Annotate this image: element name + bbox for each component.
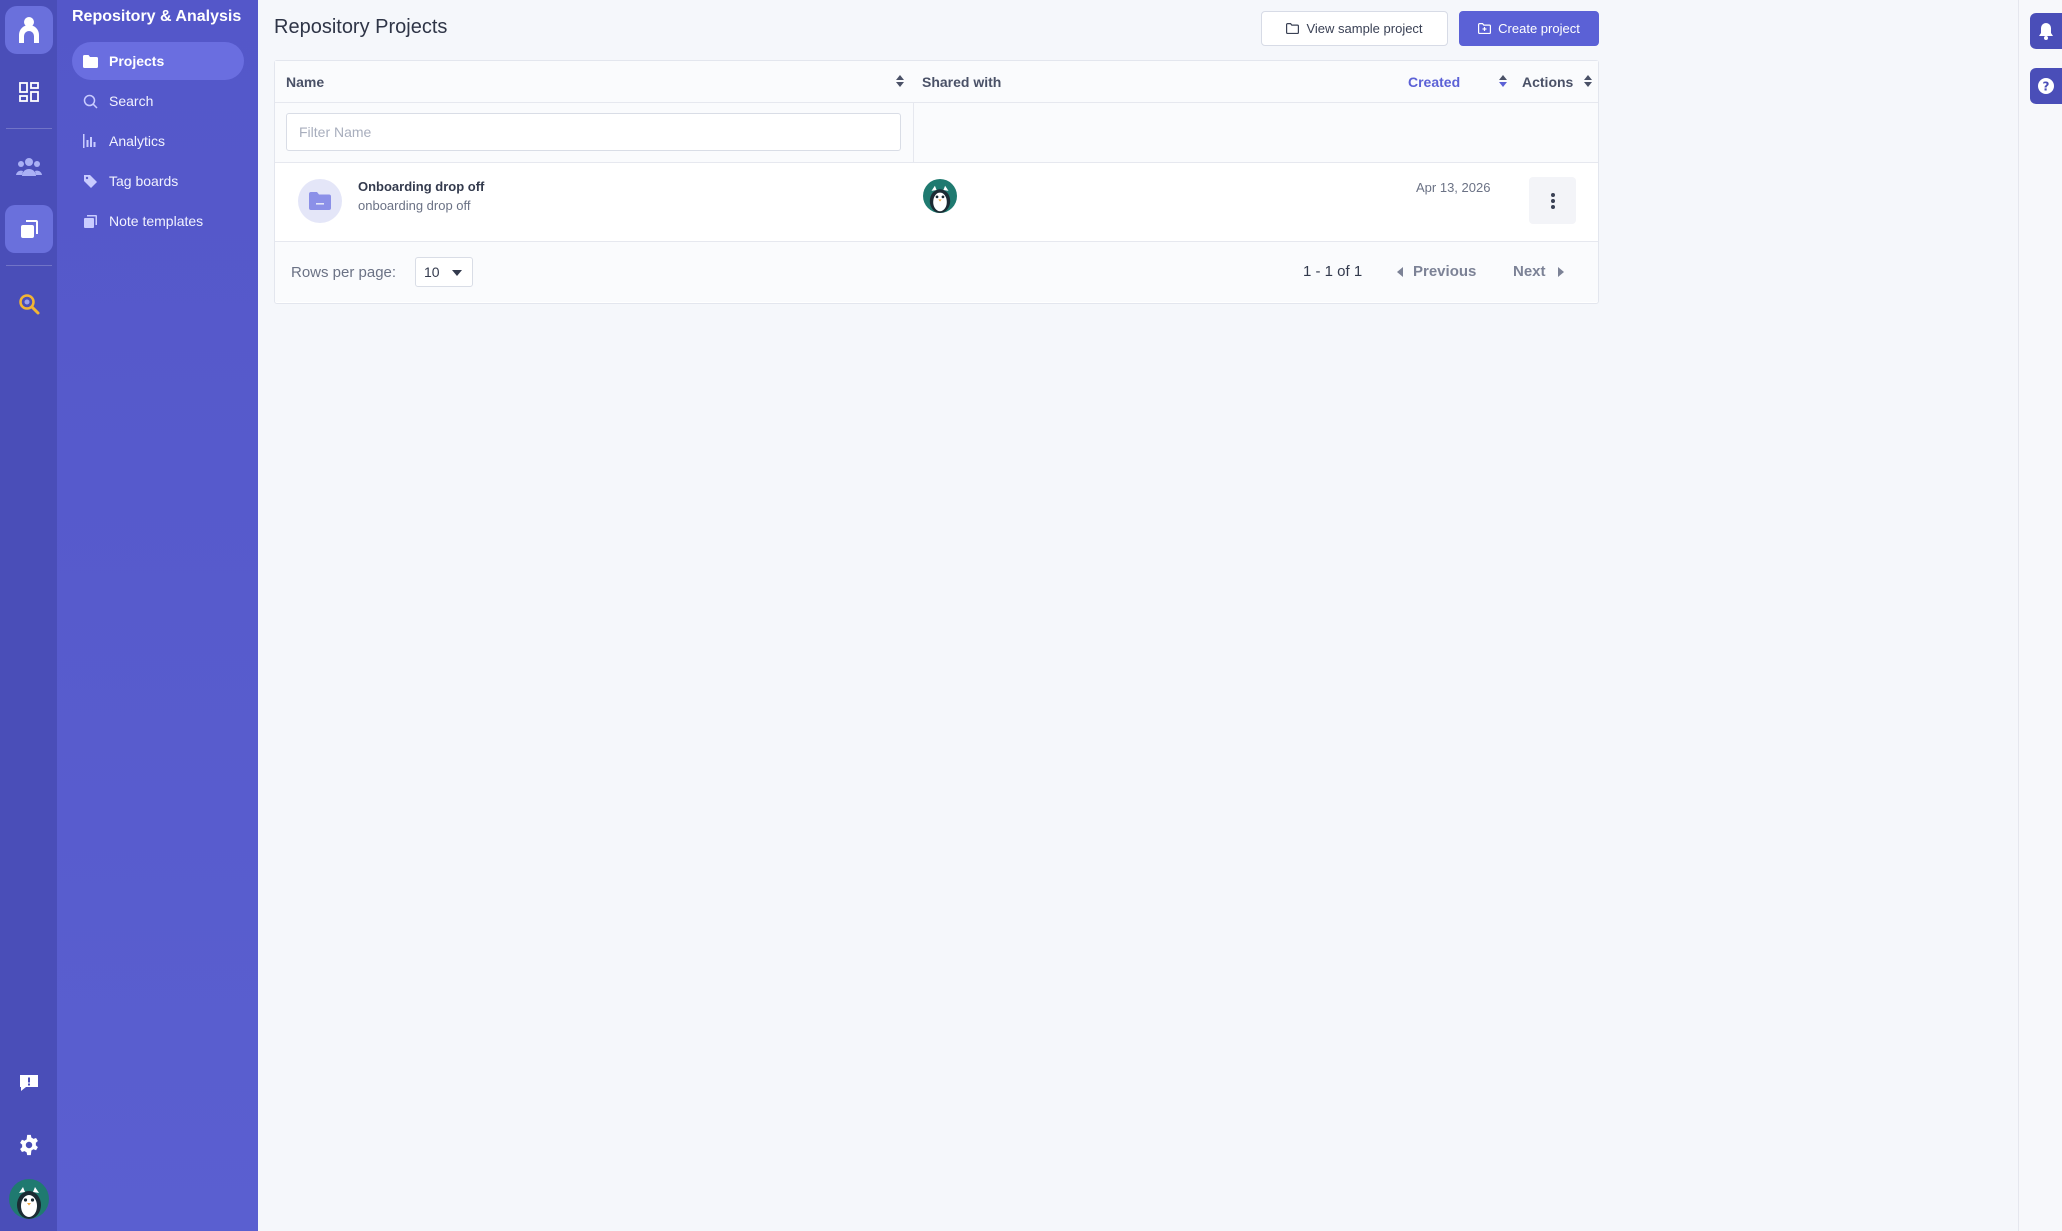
create-project-label: Create project bbox=[1498, 21, 1580, 36]
caret-left-icon bbox=[1397, 266, 1403, 277]
filter-name-input[interactable] bbox=[286, 113, 901, 151]
table-footer: Rows per page: 10 1 - 1 of 1 Previous Ne… bbox=[275, 242, 1598, 302]
app-logo[interactable] bbox=[4, 6, 53, 54]
people-icon bbox=[15, 158, 42, 176]
rail-settings-button[interactable] bbox=[5, 1121, 53, 1169]
bell-icon bbox=[2039, 23, 2053, 40]
sidebar-item-label: Tag boards bbox=[109, 173, 179, 189]
rail-dashboard-button[interactable] bbox=[5, 68, 53, 116]
rail-feedback-button[interactable] bbox=[5, 1059, 53, 1107]
sidebar-item-label: Projects bbox=[109, 53, 165, 69]
pagination-range: 1 - 1 of 1 bbox=[1303, 263, 1363, 280]
sort-icon[interactable] bbox=[1583, 73, 1593, 89]
rail-repository-button[interactable] bbox=[4, 205, 53, 253]
row-actions-button[interactable] bbox=[1529, 177, 1576, 224]
sort-icon[interactable] bbox=[895, 73, 905, 89]
page-title: Repository Projects bbox=[274, 16, 448, 38]
caret-right-icon bbox=[1557, 266, 1564, 277]
column-header-actions: Actions bbox=[1522, 74, 1574, 90]
main-content: Repository Projects View sample project … bbox=[258, 0, 2018, 1231]
previous-label: Previous bbox=[1413, 263, 1477, 280]
help-button[interactable]: ? bbox=[2030, 68, 2062, 104]
svg-text:?: ? bbox=[2043, 80, 2050, 94]
rows-per-page-value: 10 bbox=[424, 264, 440, 280]
help-icon: ? bbox=[2038, 78, 2054, 94]
rail-separator bbox=[5, 265, 52, 266]
app-root: Repository & Analysis Projects Search An… bbox=[0, 0, 2062, 1231]
column-header-created[interactable]: Created bbox=[1408, 74, 1460, 90]
folder-outline-icon bbox=[1286, 23, 1300, 34]
dashboard-icon bbox=[18, 82, 39, 102]
template-icon bbox=[82, 213, 98, 229]
user-avatar[interactable] bbox=[8, 1179, 49, 1219]
notifications-button[interactable] bbox=[2030, 13, 2062, 49]
sidebar-item-projects[interactable]: Projects bbox=[72, 42, 244, 80]
view-sample-project-button[interactable]: View sample project bbox=[1261, 11, 1448, 46]
table-row[interactable]: Onboarding drop off onboarding drop off … bbox=[275, 163, 1598, 242]
icon-rail bbox=[0, 0, 57, 1231]
project-folder-badge bbox=[298, 179, 342, 223]
sidebar-item-label: Search bbox=[109, 93, 154, 109]
sidebar-item-tag-boards[interactable]: Tag boards bbox=[72, 162, 244, 200]
penguin-avatar-icon bbox=[929, 185, 951, 213]
next-label: Next bbox=[1513, 263, 1546, 280]
next-page-button[interactable]: Next bbox=[1513, 263, 1564, 280]
user-logo-icon bbox=[18, 17, 39, 43]
sidebar-title: Repository & Analysis bbox=[72, 8, 242, 25]
column-header-shared-with: Shared with bbox=[922, 74, 1002, 90]
bar-chart-icon bbox=[82, 133, 98, 149]
magnifier-insight-icon bbox=[18, 294, 39, 315]
column-header-name[interactable]: Name bbox=[286, 74, 324, 90]
filter-row bbox=[275, 103, 1598, 163]
rows-per-page-select[interactable]: 10 bbox=[415, 257, 473, 287]
rows-per-page-label: Rows per page: bbox=[291, 264, 397, 281]
caret-down-icon bbox=[452, 270, 462, 276]
view-sample-project-label: View sample project bbox=[1306, 21, 1423, 36]
sidebar-item-analytics[interactable]: Analytics bbox=[72, 122, 244, 160]
project-description: onboarding drop off bbox=[358, 198, 471, 213]
sidebar-item-label: Note templates bbox=[109, 213, 204, 229]
folder-add-icon bbox=[1478, 23, 1492, 34]
right-edge-strip bbox=[2018, 0, 2062, 1231]
sidebar-item-label: Analytics bbox=[109, 133, 166, 149]
search-icon bbox=[82, 93, 98, 109]
column-divider bbox=[913, 103, 914, 163]
previous-page-button[interactable]: Previous bbox=[1397, 263, 1476, 280]
rail-separator bbox=[5, 128, 52, 129]
create-project-button[interactable]: Create project bbox=[1459, 11, 1599, 46]
sidebar-item-search[interactable]: Search bbox=[72, 82, 244, 120]
created-date: Apr 13, 2026 bbox=[1416, 180, 1491, 195]
table-header: Name Shared with Created Actions bbox=[275, 61, 1598, 103]
folder-icon bbox=[82, 53, 98, 69]
shared-user-avatar bbox=[923, 179, 957, 213]
rail-people-button[interactable] bbox=[5, 143, 53, 191]
sort-active-icon[interactable] bbox=[1498, 73, 1508, 89]
repository-icon bbox=[20, 220, 38, 238]
feedback-icon bbox=[19, 1075, 38, 1091]
penguin-avatar-icon bbox=[16, 1187, 41, 1219]
project-name[interactable]: Onboarding drop off bbox=[358, 179, 484, 194]
tag-icon bbox=[82, 173, 98, 189]
secondary-sidebar: Repository & Analysis Projects Search An… bbox=[57, 0, 258, 1231]
rail-insights-button[interactable] bbox=[5, 280, 53, 328]
sidebar-item-note-templates[interactable]: Note templates bbox=[72, 202, 244, 240]
gear-icon bbox=[19, 1134, 38, 1156]
kebab-menu-icon bbox=[1550, 192, 1555, 209]
projects-table: Name Shared with Created Actions Onboard… bbox=[274, 60, 1599, 304]
folder-icon bbox=[309, 192, 331, 210]
